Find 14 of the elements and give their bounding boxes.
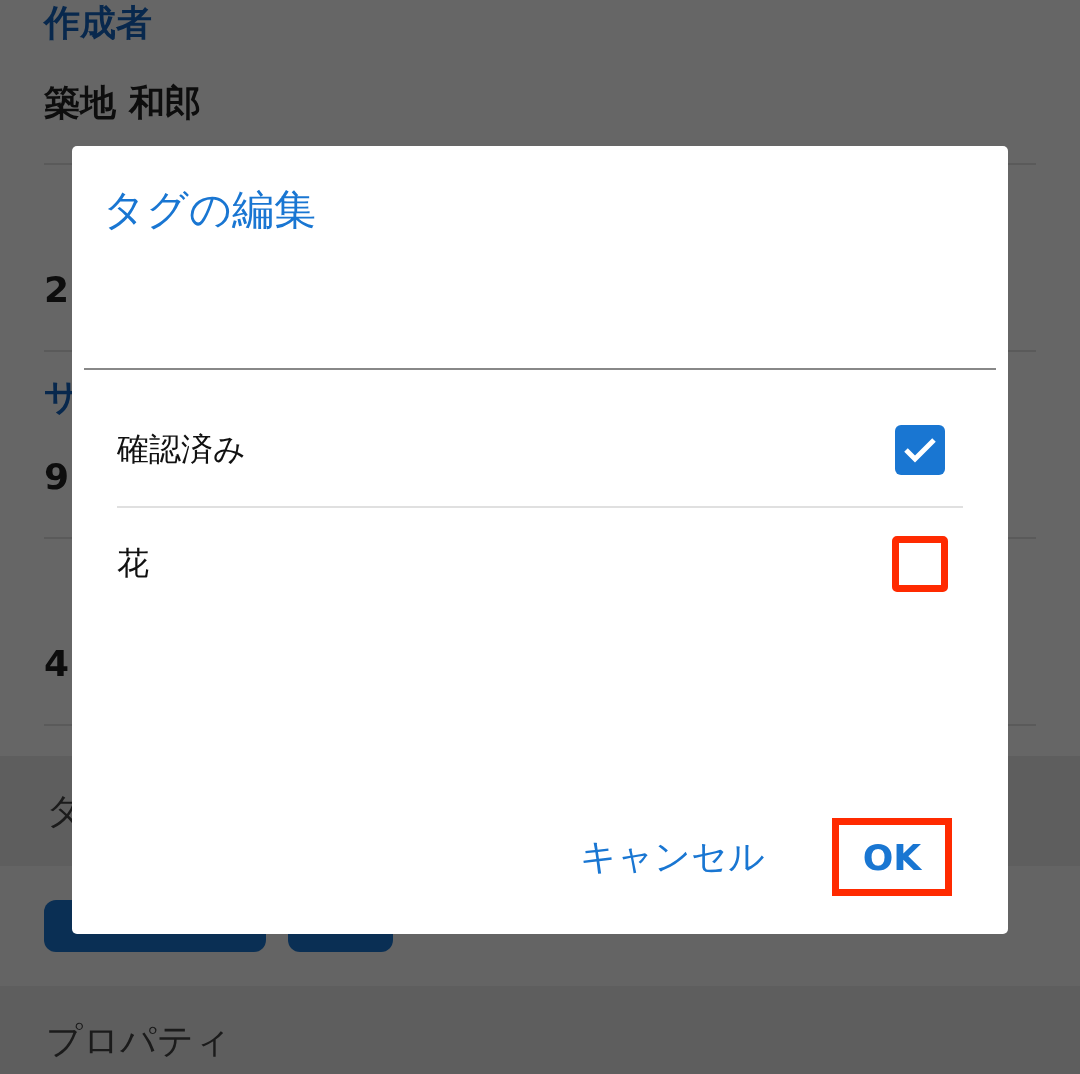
field-value: 4 — [44, 642, 70, 686]
dialog-title: タグの編集 — [103, 184, 316, 236]
section-title: プロパティ — [46, 1018, 231, 1063]
field-label: 作成者 — [44, 1, 152, 45]
ok-button[interactable]: OK — [832, 818, 952, 896]
field-value: 9 — [44, 455, 70, 499]
field-value: 築地 和郎 — [44, 81, 201, 125]
field-value: 2 — [44, 268, 70, 312]
checkbox[interactable] — [895, 539, 945, 589]
cancel-button[interactable]: キャンセル — [580, 818, 765, 896]
checkbox[interactable] — [895, 425, 945, 475]
check-icon — [903, 437, 937, 463]
tag-label: 確認済み — [117, 429, 246, 470]
tag-label: 花 — [117, 543, 149, 584]
